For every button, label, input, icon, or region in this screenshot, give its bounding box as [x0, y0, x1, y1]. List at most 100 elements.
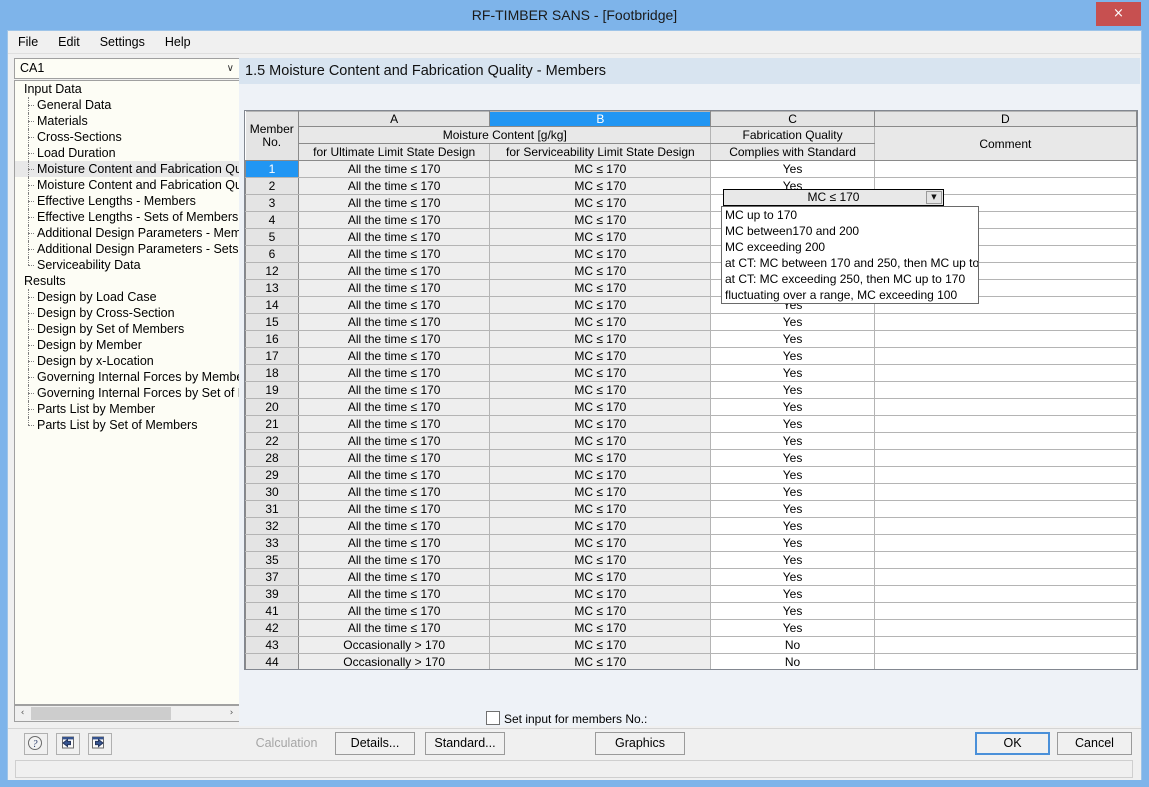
cell-sls[interactable]: MC ≤ 170: [489, 500, 712, 518]
cell-comment[interactable]: [874, 466, 1137, 484]
cell-sls[interactable]: MC ≤ 170: [489, 296, 712, 314]
table-row[interactable]: 4All the time ≤ 170MC ≤ 170Yes: [245, 211, 1137, 229]
dropdown-option-5[interactable]: fluctuating over a range, MC exceeding 1…: [722, 287, 978, 303]
cell-sls[interactable]: MC ≤ 170: [489, 330, 712, 348]
set-input-checkbox[interactable]: [486, 711, 500, 725]
cell-uls[interactable]: All the time ≤ 170: [298, 466, 491, 484]
dropdown-option-1[interactable]: MC between170 and 200: [722, 223, 978, 239]
cell-sls[interactable]: MC ≤ 170: [489, 177, 712, 195]
row-header-member-no[interactable]: 39: [245, 585, 300, 603]
cell-fabrication-quality[interactable]: Yes: [710, 432, 875, 450]
table-row[interactable]: 43 Occasionally > 170 MC ≤ 170 No: [245, 636, 1137, 654]
help-icon[interactable]: ?: [24, 733, 48, 755]
scroll-left-icon[interactable]: ‹: [15, 706, 30, 721]
cell-fabrication-quality[interactable]: Yes: [710, 466, 875, 484]
cell-comment[interactable]: [874, 364, 1137, 382]
cell-sls[interactable]: MC ≤ 170: [489, 466, 712, 484]
row-header-member-no[interactable]: 17: [245, 347, 300, 365]
row-header-member-no[interactable]: 1: [245, 160, 300, 178]
cell-uls[interactable]: All the time ≤ 170: [298, 279, 491, 297]
row-header-member-no[interactable]: 5: [245, 228, 300, 246]
row-header-member-no[interactable]: 42: [245, 619, 300, 637]
sidebar-item-design-by-x-location[interactable]: Design by x-Location: [15, 353, 239, 369]
cell-uls[interactable]: All the time ≤ 170: [298, 602, 491, 620]
table-row[interactable]: 35 All the time ≤ 170 MC ≤ 170 Yes: [245, 551, 1137, 569]
sidebar-item-parts-list-by-member[interactable]: Parts List by Member: [15, 401, 239, 417]
table-row[interactable]: 19 All the time ≤ 170 MC ≤ 170 Yes: [245, 381, 1137, 399]
cell-sls[interactable]: MC ≤ 170: [489, 228, 712, 246]
table-row[interactable]: 22 All the time ≤ 170 MC ≤ 170 Yes: [245, 432, 1137, 450]
table-row[interactable]: 31 All the time ≤ 170 MC ≤ 170 Yes: [245, 500, 1137, 518]
menu-file[interactable]: File: [8, 31, 48, 53]
table-row[interactable]: 12All the time ≤ 170MC ≤ 170Yes: [245, 262, 1137, 280]
sidebar-item-cross-sections[interactable]: Cross-Sections: [15, 129, 239, 145]
row-header-member-no[interactable]: 37: [245, 568, 300, 586]
row-header-member-no[interactable]: 28: [245, 449, 300, 467]
table-row[interactable]: 16 All the time ≤ 170 MC ≤ 170 Yes: [245, 330, 1137, 348]
cell-fabrication-quality[interactable]: Yes: [710, 160, 875, 178]
cell-comment[interactable]: [874, 517, 1137, 535]
cell-sls[interactable]: MC ≤ 170: [489, 636, 712, 654]
load-case-combo[interactable]: CA1 ∨: [14, 58, 240, 79]
cell-fabrication-quality[interactable]: Yes: [710, 551, 875, 569]
table-row[interactable]: 17 All the time ≤ 170 MC ≤ 170 Yes: [245, 347, 1137, 365]
sidebar-item-additional-design-parameters-members[interactable]: Additional Design Parameters - Members: [15, 225, 239, 241]
next-window-icon[interactable]: [88, 733, 112, 755]
cell-comment[interactable]: [874, 313, 1137, 331]
cell-fabrication-quality[interactable]: Yes: [710, 602, 875, 620]
cell-uls[interactable]: All the time ≤ 170: [298, 211, 491, 229]
menu-edit[interactable]: Edit: [48, 31, 90, 53]
cell-uls[interactable]: All the time ≤ 170: [298, 483, 491, 501]
cell-fabrication-quality[interactable]: Yes: [710, 330, 875, 348]
sidebar-item-moisture-content-and-fabrication-quality[interactable]: Moisture Content and Fabrication Quality: [15, 161, 239, 177]
table-row[interactable]: 1 All the time ≤ 170 MC ≤ 170 Yes: [245, 160, 1137, 178]
cell-uls[interactable]: All the time ≤ 170: [298, 177, 491, 195]
table-row[interactable]: 37 All the time ≤ 170 MC ≤ 170 Yes: [245, 568, 1137, 586]
row-header-member-no[interactable]: 18: [245, 364, 300, 382]
cell-comment[interactable]: [874, 415, 1137, 433]
cell-comment[interactable]: [874, 160, 1137, 178]
cell-uls[interactable]: All the time ≤ 170: [298, 347, 491, 365]
cell-uls[interactable]: All the time ≤ 170: [298, 585, 491, 603]
cell-sls[interactable]: MC ≤ 170: [489, 653, 712, 669]
row-header-member-no[interactable]: 43: [245, 636, 300, 654]
cell-fabrication-quality[interactable]: Yes: [710, 381, 875, 399]
cell-sls[interactable]: MC ≤ 170: [489, 381, 712, 399]
cell-fabrication-quality[interactable]: Yes: [710, 313, 875, 331]
cell-uls[interactable]: All the time ≤ 170: [298, 160, 491, 178]
row-header-member-no[interactable]: 20: [245, 398, 300, 416]
cell-fabrication-quality[interactable]: No: [710, 636, 875, 654]
cell-sls[interactable]: MC ≤ 170: [489, 449, 712, 467]
cell-sls[interactable]: MC ≤ 170: [489, 568, 712, 586]
cell-uls[interactable]: All the time ≤ 170: [298, 398, 491, 416]
row-header-member-no[interactable]: 15: [245, 313, 300, 331]
column-header-A[interactable]: A: [298, 111, 491, 127]
sidebar-item-governing-internal-forces-by-set-of-mem[interactable]: Governing Internal Forces by Set of Mem: [15, 385, 239, 401]
scrollbar-thumb[interactable]: [31, 707, 171, 720]
row-header-member-no[interactable]: 22: [245, 432, 300, 450]
calculation-button[interactable]: Calculation: [244, 732, 329, 755]
cell-sls[interactable]: MC ≤ 170: [489, 483, 712, 501]
cell-uls[interactable]: Occasionally > 170: [298, 653, 491, 669]
cell-uls[interactable]: Occasionally > 170: [298, 636, 491, 654]
cell-comment[interactable]: [874, 534, 1137, 552]
cell-sls[interactable]: MC ≤ 170: [489, 262, 712, 280]
table-row[interactable]: 33 All the time ≤ 170 MC ≤ 170 Yes: [245, 534, 1137, 552]
cell-uls[interactable]: All the time ≤ 170: [298, 245, 491, 263]
cell-comment[interactable]: [874, 585, 1137, 603]
row-header-member-no[interactable]: 14: [245, 296, 300, 314]
cell-sls[interactable]: MC ≤ 170: [489, 245, 712, 263]
table-row[interactable]: 6All the time ≤ 170MC ≤ 170Yes: [245, 245, 1137, 263]
cell-fabrication-quality[interactable]: Yes: [710, 415, 875, 433]
table-row[interactable]: 32 All the time ≤ 170 MC ≤ 170 Yes: [245, 517, 1137, 535]
sidebar-item-design-by-member[interactable]: Design by Member: [15, 337, 239, 353]
cell-comment[interactable]: [874, 602, 1137, 620]
cell-sls[interactable]: MC ≤ 170: [489, 160, 712, 178]
cell-sls[interactable]: MC ≤ 170: [489, 432, 712, 450]
cell-fabrication-quality[interactable]: Yes: [710, 517, 875, 535]
table-row[interactable]: 28 All the time ≤ 170 MC ≤ 170 Yes: [245, 449, 1137, 467]
row-header-member-no[interactable]: 35: [245, 551, 300, 569]
row-header-member-no[interactable]: 6: [245, 245, 300, 263]
sidebar-item-design-by-cross-section[interactable]: Design by Cross-Section: [15, 305, 239, 321]
chevron-down-icon[interactable]: ▼: [926, 191, 942, 204]
